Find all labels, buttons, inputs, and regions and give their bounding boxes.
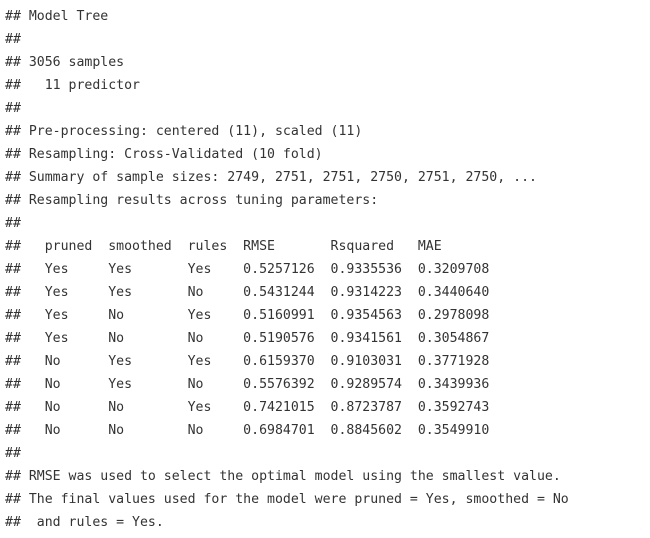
console-line-sample-sizes: ## Summary of sample sizes: 2749, 2751, … <box>5 170 537 185</box>
console-line: ## <box>5 446 21 461</box>
table-row: ## Yes No Yes 0.5160991 0.9354563 0.2978… <box>5 308 490 323</box>
console-line-selection-note: ## RMSE was used to select the optimal m… <box>5 469 561 484</box>
console-line-results-heading: ## Resampling results across tuning para… <box>5 193 379 208</box>
console-line-resampling: ## Resampling: Cross-Validated (10 fold) <box>5 147 323 162</box>
console-line-predictors: ## 11 predictor <box>5 78 140 93</box>
console-line-final-values-cont: ## and rules = Yes. <box>5 515 164 530</box>
console-output: ## Model Tree ## ## 3056 samples ## 11 p… <box>0 0 650 538</box>
console-line: ## <box>5 101 21 116</box>
table-row: ## No No Yes 0.7421015 0.8723787 0.35927… <box>5 400 490 415</box>
table-row: ## Yes No No 0.5190576 0.9341561 0.30548… <box>5 331 490 346</box>
console-line-samples: ## 3056 samples <box>5 55 125 70</box>
console-line: ## <box>5 216 21 231</box>
table-row: ## Yes Yes Yes 0.5257126 0.9335536 0.320… <box>5 262 490 277</box>
table-row: ## No No No 0.6984701 0.8845602 0.354991… <box>5 423 490 438</box>
console-line-title: ## Model Tree <box>5 9 109 24</box>
table-row: ## Yes Yes No 0.5431244 0.9314223 0.3440… <box>5 285 490 300</box>
console-line-preprocessing: ## Pre-processing: centered (11), scaled… <box>5 124 363 139</box>
console-line: ## <box>5 32 21 47</box>
table-header-row: ## pruned smoothed rules RMSE Rsquared M… <box>5 239 442 254</box>
console-line-final-values: ## The final values used for the model w… <box>5 492 569 507</box>
table-row: ## No Yes Yes 0.6159370 0.9103031 0.3771… <box>5 354 490 369</box>
table-row: ## No Yes No 0.5576392 0.9289574 0.34399… <box>5 377 490 392</box>
